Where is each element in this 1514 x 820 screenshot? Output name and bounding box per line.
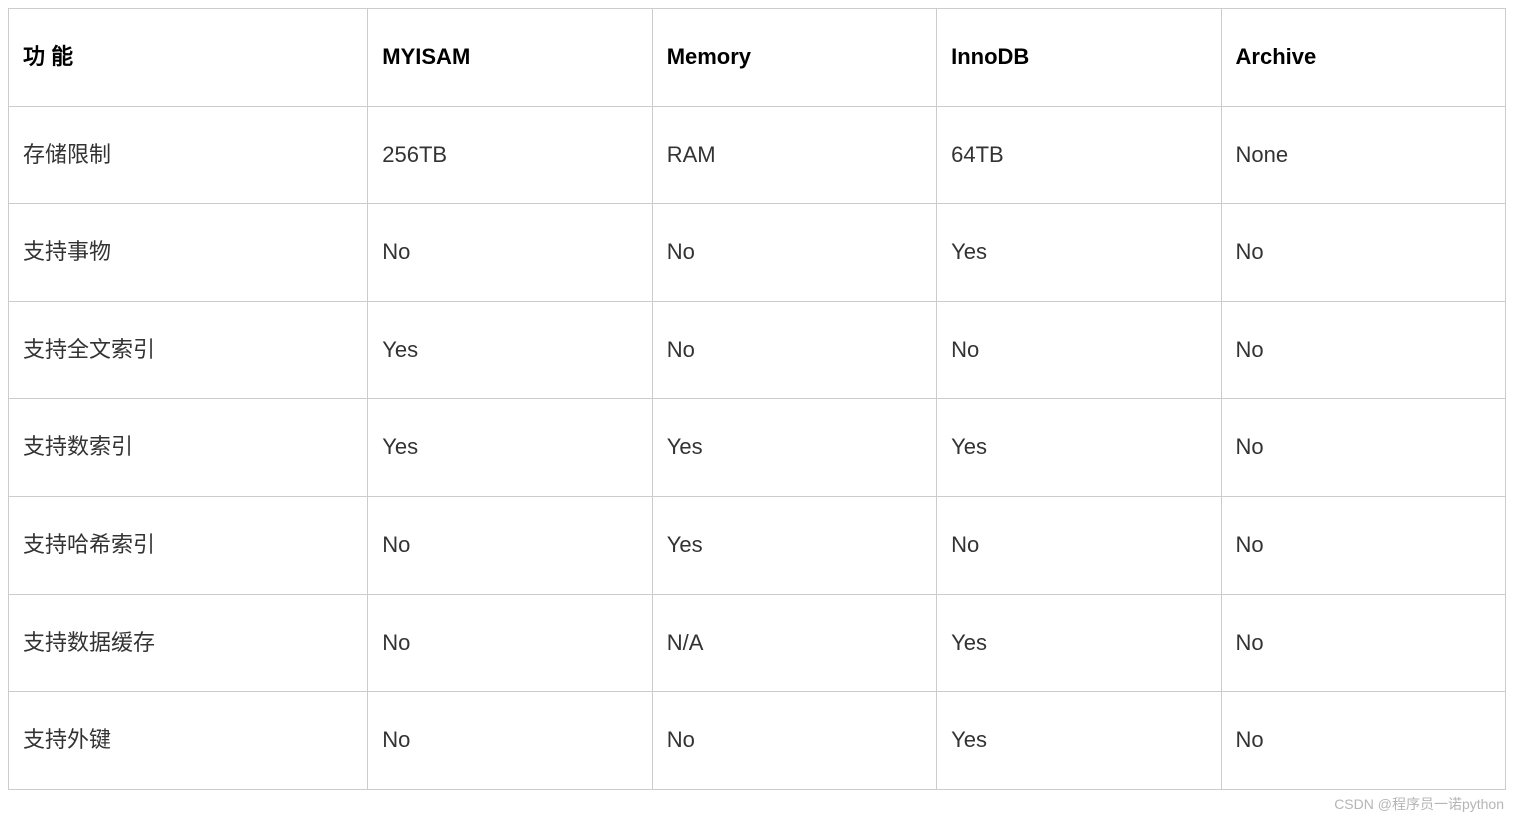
cell-memory: Yes — [652, 496, 936, 594]
cell-myisam: No — [368, 204, 652, 302]
cell-memory: N/A — [652, 594, 936, 692]
cell-feature: 支持数索引 — [9, 399, 368, 497]
table-row: 支持数索引 Yes Yes Yes No — [9, 399, 1506, 497]
cell-memory: No — [652, 204, 936, 302]
cell-archive: No — [1221, 399, 1505, 497]
cell-memory: Yes — [652, 399, 936, 497]
cell-myisam: No — [368, 594, 652, 692]
cell-myisam: Yes — [368, 301, 652, 399]
cell-myisam: No — [368, 496, 652, 594]
table-row: 支持事物 No No Yes No — [9, 204, 1506, 302]
table-header-row: 功 能 MYISAM Memory InnoDB Archive — [9, 9, 1506, 107]
cell-innodb: Yes — [937, 399, 1221, 497]
table-row: 存储限制 256TB RAM 64TB None — [9, 106, 1506, 204]
cell-feature: 支持外键 — [9, 692, 368, 790]
cell-archive: No — [1221, 692, 1505, 790]
cell-innodb: Yes — [937, 204, 1221, 302]
cell-innodb: Yes — [937, 594, 1221, 692]
cell-myisam: 256TB — [368, 106, 652, 204]
cell-archive: No — [1221, 301, 1505, 399]
cell-archive: No — [1221, 204, 1505, 302]
cell-innodb: Yes — [937, 692, 1221, 790]
cell-innodb: No — [937, 496, 1221, 594]
cell-innodb: No — [937, 301, 1221, 399]
cell-memory: No — [652, 301, 936, 399]
cell-myisam: No — [368, 692, 652, 790]
cell-feature: 存储限制 — [9, 106, 368, 204]
table-row: 支持数据缓存 No N/A Yes No — [9, 594, 1506, 692]
cell-feature: 支持事物 — [9, 204, 368, 302]
cell-myisam: Yes — [368, 399, 652, 497]
storage-engine-comparison-table: 功 能 MYISAM Memory InnoDB Archive 存储限制 25… — [8, 8, 1506, 790]
cell-feature: 支持数据缓存 — [9, 594, 368, 692]
cell-archive: No — [1221, 594, 1505, 692]
header-myisam: MYISAM — [368, 9, 652, 107]
header-memory: Memory — [652, 9, 936, 107]
cell-innodb: 64TB — [937, 106, 1221, 204]
header-innodb: InnoDB — [937, 9, 1221, 107]
cell-archive: No — [1221, 496, 1505, 594]
header-feature: 功 能 — [9, 9, 368, 107]
cell-feature: 支持全文索引 — [9, 301, 368, 399]
cell-memory: RAM — [652, 106, 936, 204]
table-row: 支持全文索引 Yes No No No — [9, 301, 1506, 399]
watermark-text: CSDN @程序员一诺python — [1334, 794, 1504, 814]
cell-feature: 支持哈希索引 — [9, 496, 368, 594]
cell-archive: None — [1221, 106, 1505, 204]
header-archive: Archive — [1221, 9, 1505, 107]
table-row: 支持哈希索引 No Yes No No — [9, 496, 1506, 594]
cell-memory: No — [652, 692, 936, 790]
table-row: 支持外键 No No Yes No — [9, 692, 1506, 790]
